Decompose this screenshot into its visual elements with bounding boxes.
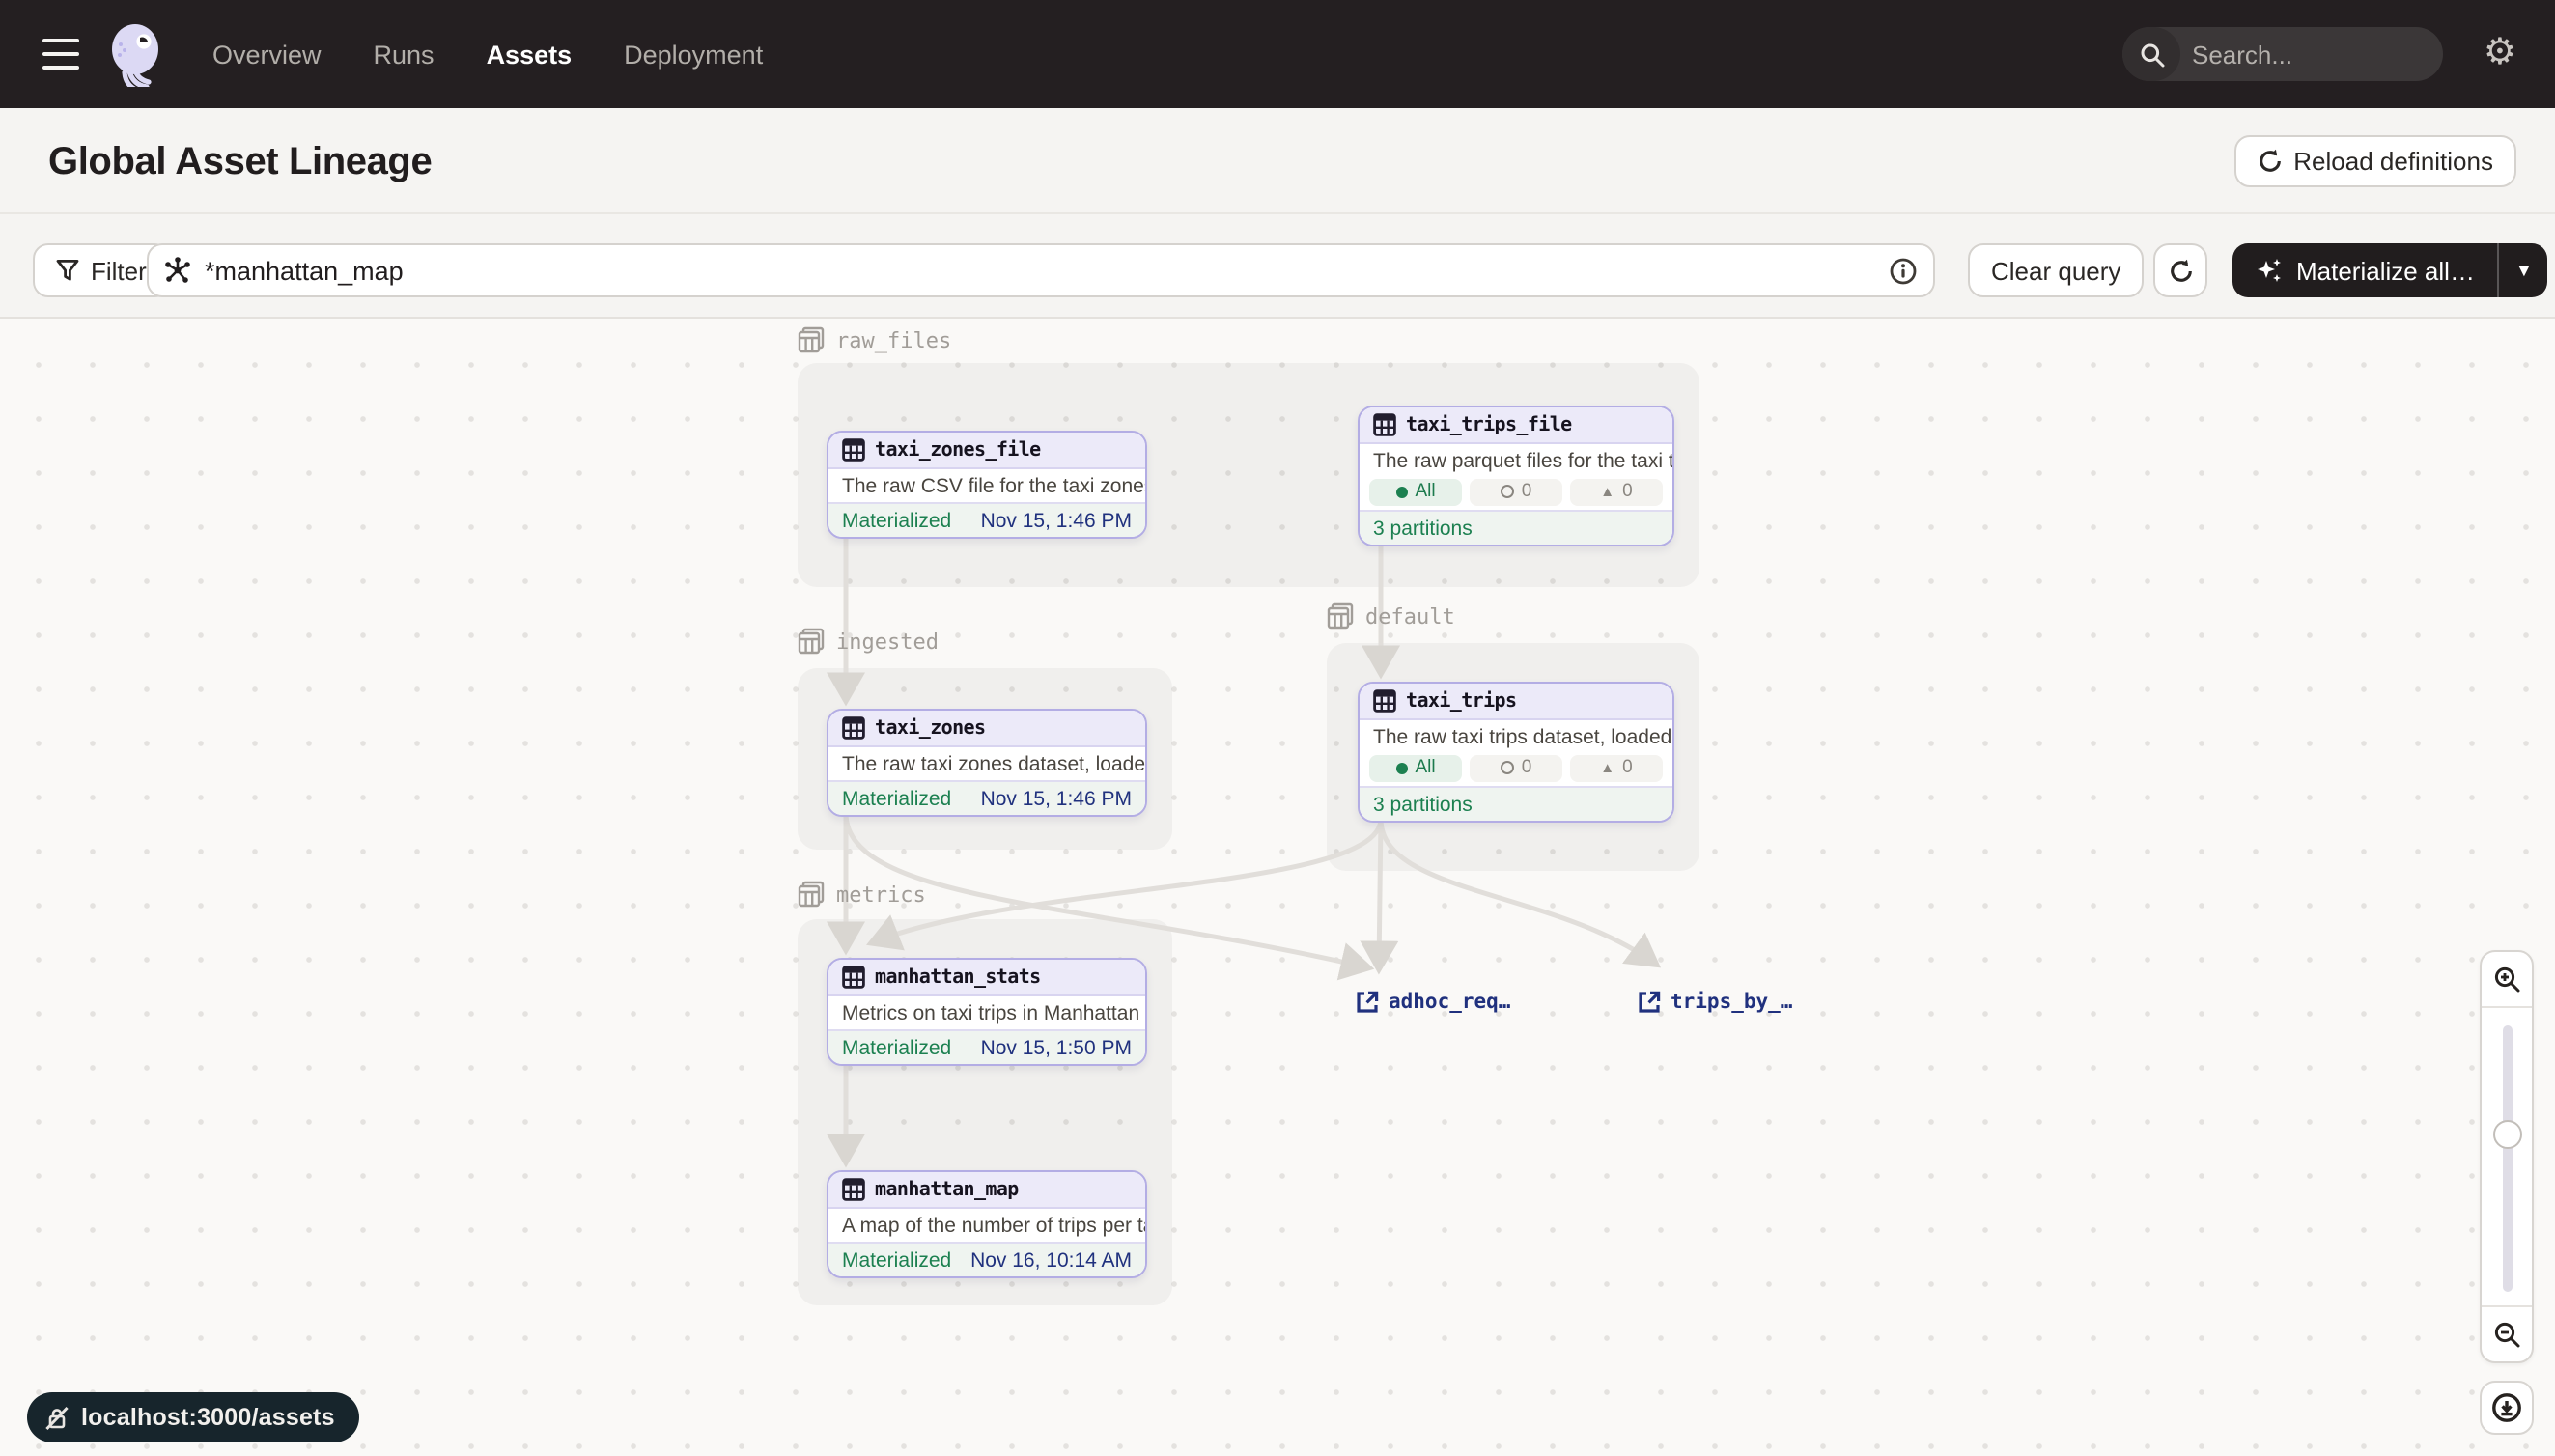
- table-icon: [842, 438, 865, 462]
- table-icon: [842, 966, 865, 989]
- materialize-dropdown-button[interactable]: ▼: [2498, 243, 2548, 297]
- external-link-icon: [1638, 991, 1661, 1014]
- menu-icon[interactable]: [42, 39, 79, 70]
- partitions-materialized-badge: All: [1369, 478, 1462, 505]
- nav-item-assets[interactable]: Assets: [487, 40, 573, 69]
- materialization-timestamp: Nov 15, 1:50 PM: [981, 1036, 1132, 1059]
- zoom-slider-handle[interactable]: [2493, 1120, 2522, 1149]
- materialization-timestamp: Nov 16, 10:14 AM: [970, 1248, 1132, 1272]
- download-icon: [2491, 1392, 2522, 1423]
- asset-description: A map of the number of trips per taxi z…: [828, 1209, 1145, 1242]
- lineage-canvas[interactable]: raw_files ingested default metrics taxi_…: [0, 319, 2555, 1456]
- partitions-materialized-badge: All: [1369, 754, 1462, 781]
- triangle-icon: ▲: [1600, 761, 1614, 774]
- group-label-metrics[interactable]: metrics: [798, 881, 926, 908]
- nav-links: Overview Runs Assets Deployment: [212, 0, 763, 108]
- table-icon: [1373, 413, 1396, 436]
- funnel-icon: [56, 259, 79, 282]
- asset-description: The raw parquet files for the taxi trips…: [1360, 444, 1672, 477]
- status-badge: Materialized: [842, 787, 951, 810]
- nav-item-overview[interactable]: Overview: [212, 40, 322, 69]
- top-nav: Overview Runs Assets Deployment / ⚙: [0, 0, 2555, 108]
- zoom-controls: [2480, 950, 2534, 1363]
- green-dot-icon: [1395, 762, 1407, 773]
- ring-icon: [1501, 485, 1514, 498]
- chevron-down-icon: ▼: [2515, 261, 2533, 280]
- zoom-out-button[interactable]: [2482, 1307, 2532, 1361]
- reload-icon: [2257, 149, 2282, 174]
- partitions-failed-badge: ▲0: [1570, 478, 1663, 505]
- info-icon[interactable]: [1889, 256, 1918, 285]
- download-image-button[interactable]: [2480, 1381, 2534, 1435]
- status-badge: Materialized: [842, 1036, 951, 1059]
- external-asset-adhoc-request[interactable]: adhoc_req…: [1356, 991, 1510, 1014]
- asset-description: Metrics on taxi trips in Manhattan: [828, 996, 1145, 1029]
- external-asset-trips-by-week[interactable]: trips_by_…: [1638, 991, 1792, 1014]
- dagster-logo-icon[interactable]: [104, 21, 170, 87]
- lineage-toolbar: Filter Clear query Materialize all…: [0, 214, 2555, 319]
- asset-node-manhattan-stats[interactable]: manhattan_stats Metrics on taxi trips in…: [827, 958, 1147, 1066]
- gear-icon[interactable]: ⚙: [2484, 33, 2516, 75]
- asset-node-manhattan-map[interactable]: manhattan_map A map of the number of tri…: [827, 1170, 1147, 1278]
- graph-query-input[interactable]: [147, 243, 1935, 297]
- group-tables-icon: [798, 881, 825, 908]
- materialize-all-button[interactable]: Materialize all…: [2232, 243, 2498, 297]
- page-title: Global Asset Lineage: [48, 141, 432, 185]
- refresh-query-button[interactable]: [2153, 243, 2207, 297]
- materialize-split-button: Materialize all… ▼: [2232, 243, 2548, 297]
- asset-description: The raw CSV file for the taxi zones dat…: [828, 469, 1145, 502]
- group-tables-icon: [798, 326, 825, 353]
- zoom-in-icon: [2493, 966, 2520, 993]
- zoom-slider-track[interactable]: [2503, 1025, 2513, 1292]
- status-badge: Materialized: [842, 1248, 951, 1272]
- green-dot-icon: [1395, 486, 1407, 497]
- group-label-default[interactable]: default: [1327, 602, 1455, 630]
- asset-node-taxi-trips[interactable]: taxi_trips The raw taxi trips dataset, l…: [1358, 682, 1674, 823]
- zoom-out-icon: [2493, 1321, 2520, 1348]
- search-input[interactable]: [2180, 40, 2443, 69]
- group-label-raw-files[interactable]: raw_files: [798, 326, 951, 353]
- refresh-icon: [2168, 258, 2193, 283]
- asset-description: The raw taxi trips dataset, loaded into …: [1360, 720, 1672, 753]
- partition-count: 3 partitions: [1360, 786, 1672, 821]
- search-icon: [2122, 27, 2180, 81]
- materialization-timestamp: Nov 15, 1:46 PM: [981, 787, 1132, 810]
- insecure-lock-icon: [44, 1405, 70, 1430]
- zoom-slider[interactable]: [2482, 1006, 2532, 1307]
- status-url-text: localhost:3000/assets: [81, 1404, 335, 1431]
- group-tables-icon: [1327, 602, 1354, 630]
- materialization-timestamp: Nov 15, 1:46 PM: [981, 509, 1132, 532]
- browser-status-url: localhost:3000/assets: [27, 1392, 360, 1442]
- partition-health-badges: All 0 ▲0: [1360, 753, 1672, 786]
- graph-icon: [164, 257, 191, 284]
- partitions-missing-badge: 0: [1470, 478, 1562, 505]
- page-header: Global Asset Lineage Reload definitions: [0, 108, 2555, 214]
- partitions-failed-badge: ▲0: [1570, 754, 1663, 781]
- app-window: Overview Runs Assets Deployment / ⚙ Glob…: [0, 0, 2555, 1456]
- external-link-icon: [1356, 991, 1379, 1014]
- asset-description: The raw taxi zones dataset, loaded int…: [828, 747, 1145, 780]
- triangle-icon: ▲: [1600, 485, 1614, 498]
- asset-node-taxi-zones-file[interactable]: taxi_zones_file The raw CSV file for the…: [827, 431, 1147, 539]
- table-icon: [842, 716, 865, 740]
- partition-count: 3 partitions: [1360, 510, 1672, 545]
- table-icon: [1373, 689, 1396, 713]
- asset-node-taxi-trips-file[interactable]: taxi_trips_file The raw parquet files fo…: [1358, 406, 1674, 546]
- ring-icon: [1501, 761, 1514, 774]
- asset-node-taxi-zones[interactable]: taxi_zones The raw taxi zones dataset, l…: [827, 709, 1147, 817]
- table-icon: [842, 1178, 865, 1201]
- clear-query-button[interactable]: Clear query: [1968, 243, 2144, 297]
- partitions-missing-badge: 0: [1470, 754, 1562, 781]
- group-tables-icon: [798, 628, 825, 655]
- global-search[interactable]: /: [2122, 27, 2443, 81]
- nav-item-deployment[interactable]: Deployment: [624, 40, 763, 69]
- zoom-in-button[interactable]: [2482, 952, 2532, 1006]
- query-text-input[interactable]: [191, 256, 1889, 285]
- partition-health-badges: All 0 ▲0: [1360, 477, 1672, 510]
- group-label-ingested[interactable]: ingested: [798, 628, 939, 655]
- status-badge: Materialized: [842, 509, 951, 532]
- sparkle-icon: [2256, 257, 2283, 284]
- nav-item-runs[interactable]: Runs: [374, 40, 435, 69]
- reload-definitions-button[interactable]: Reload definitions: [2233, 135, 2516, 187]
